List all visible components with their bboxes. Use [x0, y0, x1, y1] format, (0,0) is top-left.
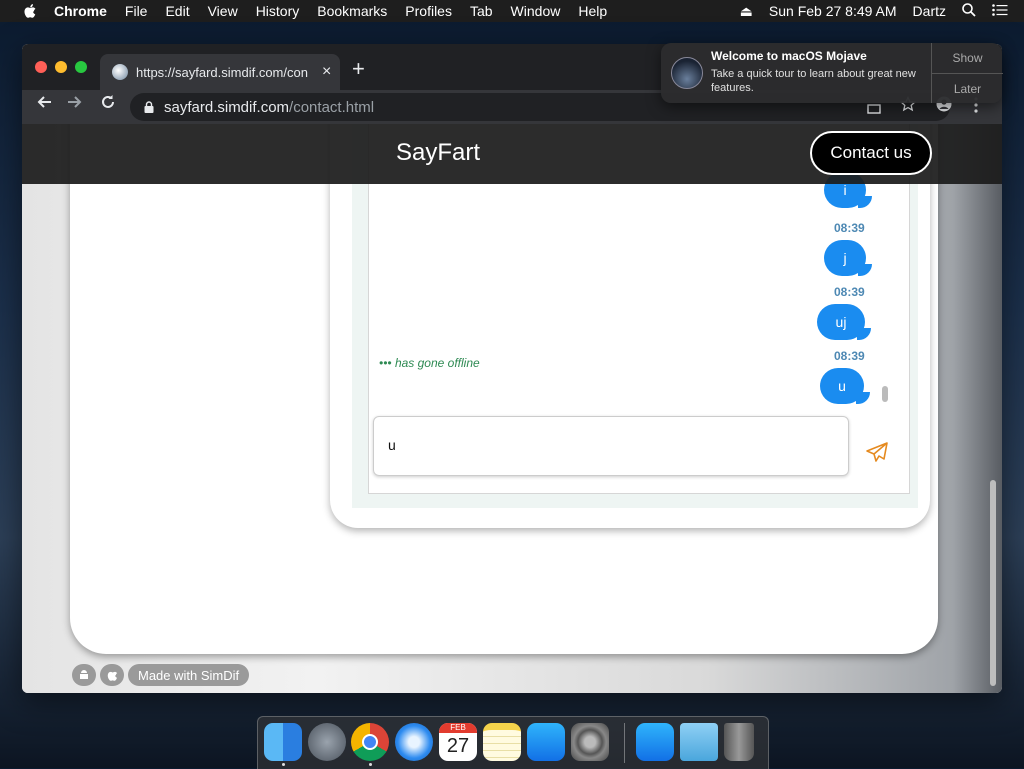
notification-body: Take a quick tour to learn about great n…	[711, 68, 916, 94]
apple-icon[interactable]	[100, 664, 124, 686]
chat-timestamp: 08:39	[834, 285, 865, 299]
eject-icon[interactable]: ⏏	[740, 3, 753, 20]
chat-scrollbar[interactable]	[882, 386, 888, 402]
site-header: SayFart Contact us	[22, 124, 1002, 184]
later-button[interactable]: Later	[932, 74, 1003, 104]
trash-icon[interactable]	[724, 723, 754, 761]
menu-tab[interactable]: Tab	[470, 3, 493, 19]
url-path: /contact.html	[289, 98, 375, 116]
footer: Made with SimDif	[72, 664, 250, 686]
lock-icon[interactable]	[144, 101, 154, 113]
menu-view[interactable]: View	[208, 3, 238, 19]
menu-profiles[interactable]: Profiles	[405, 3, 452, 19]
offline-status: ••• has gone offline	[379, 356, 480, 370]
running-indicator	[282, 763, 285, 766]
menu-app-name[interactable]: Chrome	[54, 3, 107, 19]
user-name[interactable]: Dartz	[913, 3, 946, 19]
tab-close-icon[interactable]: ×	[322, 63, 331, 81]
favicon-icon	[112, 64, 128, 80]
url-host: sayfard.simdif.com	[164, 98, 290, 116]
chrome-icon-center	[362, 734, 378, 750]
android-icon[interactable]	[72, 664, 96, 686]
calendar-month: FEB	[439, 723, 477, 733]
chat-timestamp: 08:39	[834, 349, 865, 363]
menu-edit[interactable]: Edit	[165, 3, 189, 19]
chat-timestamp: 08:39	[834, 221, 865, 235]
page-scrollbar[interactable]	[990, 480, 996, 686]
menu-window[interactable]: Window	[511, 3, 561, 19]
zoom-window-button[interactable]	[75, 61, 87, 73]
calendar-day: 27	[446, 735, 470, 757]
tab-title: https://sayfard.simdif.com/con	[136, 64, 308, 80]
notes-icon[interactable]	[483, 723, 521, 761]
reload-icon[interactable]	[100, 94, 116, 115]
downloads-folder-icon[interactable]	[680, 723, 718, 761]
running-indicator	[369, 763, 372, 766]
dock-separator	[624, 723, 625, 763]
show-button[interactable]: Show	[932, 43, 1003, 74]
notification-center-icon[interactable]	[992, 3, 1008, 19]
contact-us-button[interactable]: Contact us	[810, 131, 932, 175]
notification-banner[interactable]: Welcome to macOS Mojave Take a quick tou…	[661, 43, 1003, 103]
chat-message-bubble: uj	[817, 304, 871, 340]
menu-bar: Chrome File Edit View History Bookmarks …	[0, 0, 1024, 22]
site-title[interactable]: SayFart	[396, 139, 480, 167]
menu-help[interactable]: Help	[578, 3, 607, 19]
spotlight-icon[interactable]	[962, 2, 976, 20]
status-area: ⏏ Sun Feb 27 8:49 AM Dartz	[724, 0, 1024, 22]
web-page: i 08:39 j 08:39 uj 08:39 u ••• has gone …	[22, 124, 1002, 693]
chat-message-text: j	[843, 250, 847, 266]
chat-message-bubble: j	[824, 240, 872, 276]
minimize-window-button[interactable]	[55, 61, 67, 73]
notification-title: Welcome to macOS Mojave	[711, 49, 867, 63]
chat-message-text: u	[838, 378, 846, 394]
new-tab-button[interactable]: +	[352, 56, 365, 82]
tab-active[interactable]: https://sayfard.simdif.com/con ×	[100, 54, 340, 90]
chat-message-text: i	[843, 182, 847, 198]
back-icon[interactable]	[36, 94, 52, 115]
send-icon[interactable]	[865, 440, 889, 464]
app-store-icon[interactable]	[527, 723, 565, 761]
clock[interactable]: Sun Feb 27 8:49 AM	[769, 3, 897, 19]
made-with-simdif-link[interactable]: Made with SimDif	[128, 664, 250, 686]
message-input[interactable]: u	[373, 416, 849, 476]
chat-message-text: uj	[835, 314, 847, 330]
finder-icon[interactable]	[264, 723, 302, 761]
mojave-icon	[671, 57, 703, 89]
calendar-icon[interactable]: FEB 27	[439, 723, 477, 761]
forward-icon[interactable]	[67, 94, 83, 115]
menu-file[interactable]: File	[125, 3, 148, 19]
app-store-icon[interactable]	[636, 723, 674, 761]
close-window-button[interactable]	[35, 61, 47, 73]
notification-actions: Show Later	[931, 43, 1003, 103]
system-preferences-icon[interactable]	[571, 723, 609, 761]
menu-bookmarks[interactable]: Bookmarks	[317, 3, 387, 19]
dock: FEB 27	[257, 716, 769, 769]
chrome-icon[interactable]	[351, 723, 389, 761]
safari-icon[interactable]	[395, 723, 433, 761]
launchpad-icon[interactable]	[308, 723, 346, 761]
apple-menu-icon[interactable]	[19, 4, 41, 18]
browser-window: https://sayfard.simdif.com/con × + sayfa…	[22, 44, 1002, 693]
menu-history[interactable]: History	[256, 3, 300, 19]
chat-message-bubble: u	[820, 368, 870, 404]
